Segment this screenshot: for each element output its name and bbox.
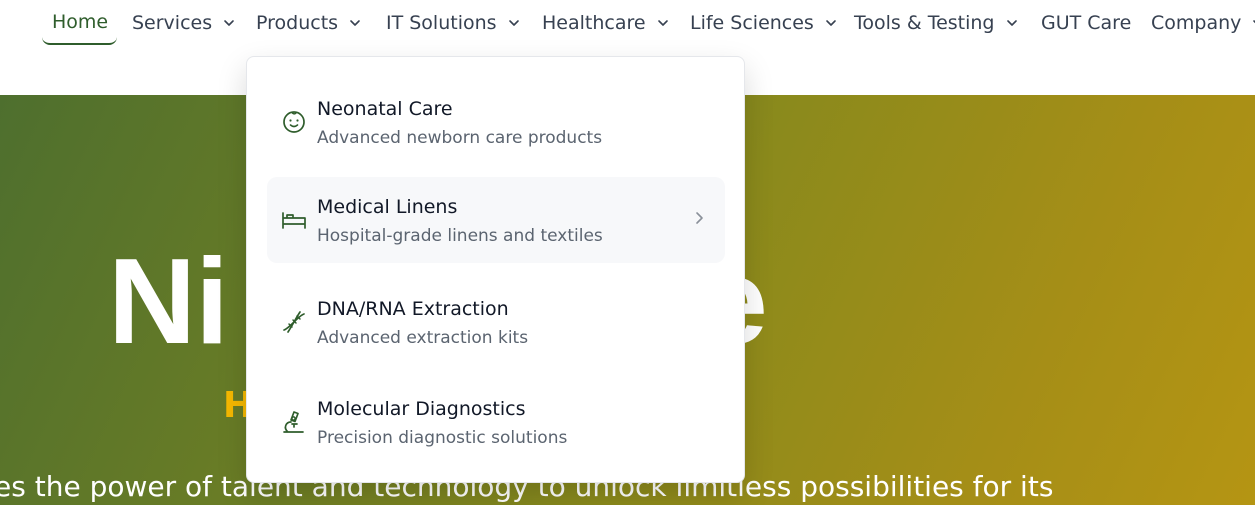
chevron-right-icon xyxy=(696,212,703,224)
hero-title: Ni xyxy=(108,240,229,362)
chevron-down-icon xyxy=(1253,19,1255,23)
menu-item-title: Neonatal Care xyxy=(317,98,453,120)
bed-icon xyxy=(282,212,306,229)
nav-services[interactable]: Services xyxy=(132,0,236,45)
nav-tools-testing[interactable]: Tools & Testing xyxy=(854,0,1019,45)
menu-item-dna-rna-extraction[interactable]: DNA/RNA Extraction Advanced extraction k… xyxy=(267,279,725,365)
menu-item-neonatal-care[interactable]: Neonatal Care Advanced newborn care prod… xyxy=(267,79,725,165)
menu-item-description: Advanced newborn care products xyxy=(317,128,603,148)
products-dropdown-menu: Neonatal Care Advanced newborn care prod… xyxy=(246,56,745,483)
nav-products[interactable]: Products xyxy=(256,0,362,45)
chevron-down-icon xyxy=(1006,19,1017,26)
dna-icon xyxy=(283,311,305,333)
menu-item-description: Precision diagnostic solutions xyxy=(317,428,568,448)
nav-life-sciences[interactable]: Life Sciences xyxy=(690,0,838,45)
nav-tools-testing-label: Tools & Testing xyxy=(854,11,995,34)
nav-home-label: Home xyxy=(52,10,109,33)
menu-item-title: Medical Linens xyxy=(317,196,458,218)
nav-gut-care[interactable]: GUT Care xyxy=(1041,0,1131,45)
hero-title-left: Ni xyxy=(108,233,229,369)
nav-healthcare-label: Healthcare xyxy=(542,11,646,34)
chevron-down-icon xyxy=(350,19,360,26)
menu-item-title: DNA/RNA Extraction xyxy=(317,298,509,320)
chevron-down-icon xyxy=(657,19,668,26)
nav-services-label: Services xyxy=(132,11,213,34)
nav-it-solutions-label: IT Solutions xyxy=(386,11,497,34)
nav-company-label: Company xyxy=(1151,11,1242,34)
nav-company[interactable]: Company xyxy=(1151,0,1255,45)
menu-item-title: Molecular Diagnostics xyxy=(317,398,526,420)
nav-gut-care-label: GUT Care xyxy=(1041,11,1132,34)
chevron-down-icon xyxy=(508,19,519,26)
nav-home[interactable]: Home xyxy=(42,0,117,45)
baby-face-icon xyxy=(283,111,305,133)
nav-life-sciences-label: Life Sciences xyxy=(690,11,814,34)
nav-healthcare[interactable]: Healthcare xyxy=(542,0,670,45)
menu-item-description: Advanced extraction kits xyxy=(317,328,529,348)
menu-item-medical-linens[interactable]: Medical Linens Hospital-grade linens and… xyxy=(267,177,725,263)
chevron-down-icon xyxy=(224,19,234,26)
chevron-down-icon xyxy=(826,19,836,26)
menu-item-description: Hospital-grade linens and textiles xyxy=(317,226,603,246)
microscope-icon xyxy=(283,411,304,433)
menu-item-molecular-diagnostics[interactable]: Molecular Diagnostics Precision diagnost… xyxy=(267,379,725,465)
nav-products-label: Products xyxy=(256,11,339,34)
nav-it-solutions[interactable]: IT Solutions xyxy=(386,0,521,45)
